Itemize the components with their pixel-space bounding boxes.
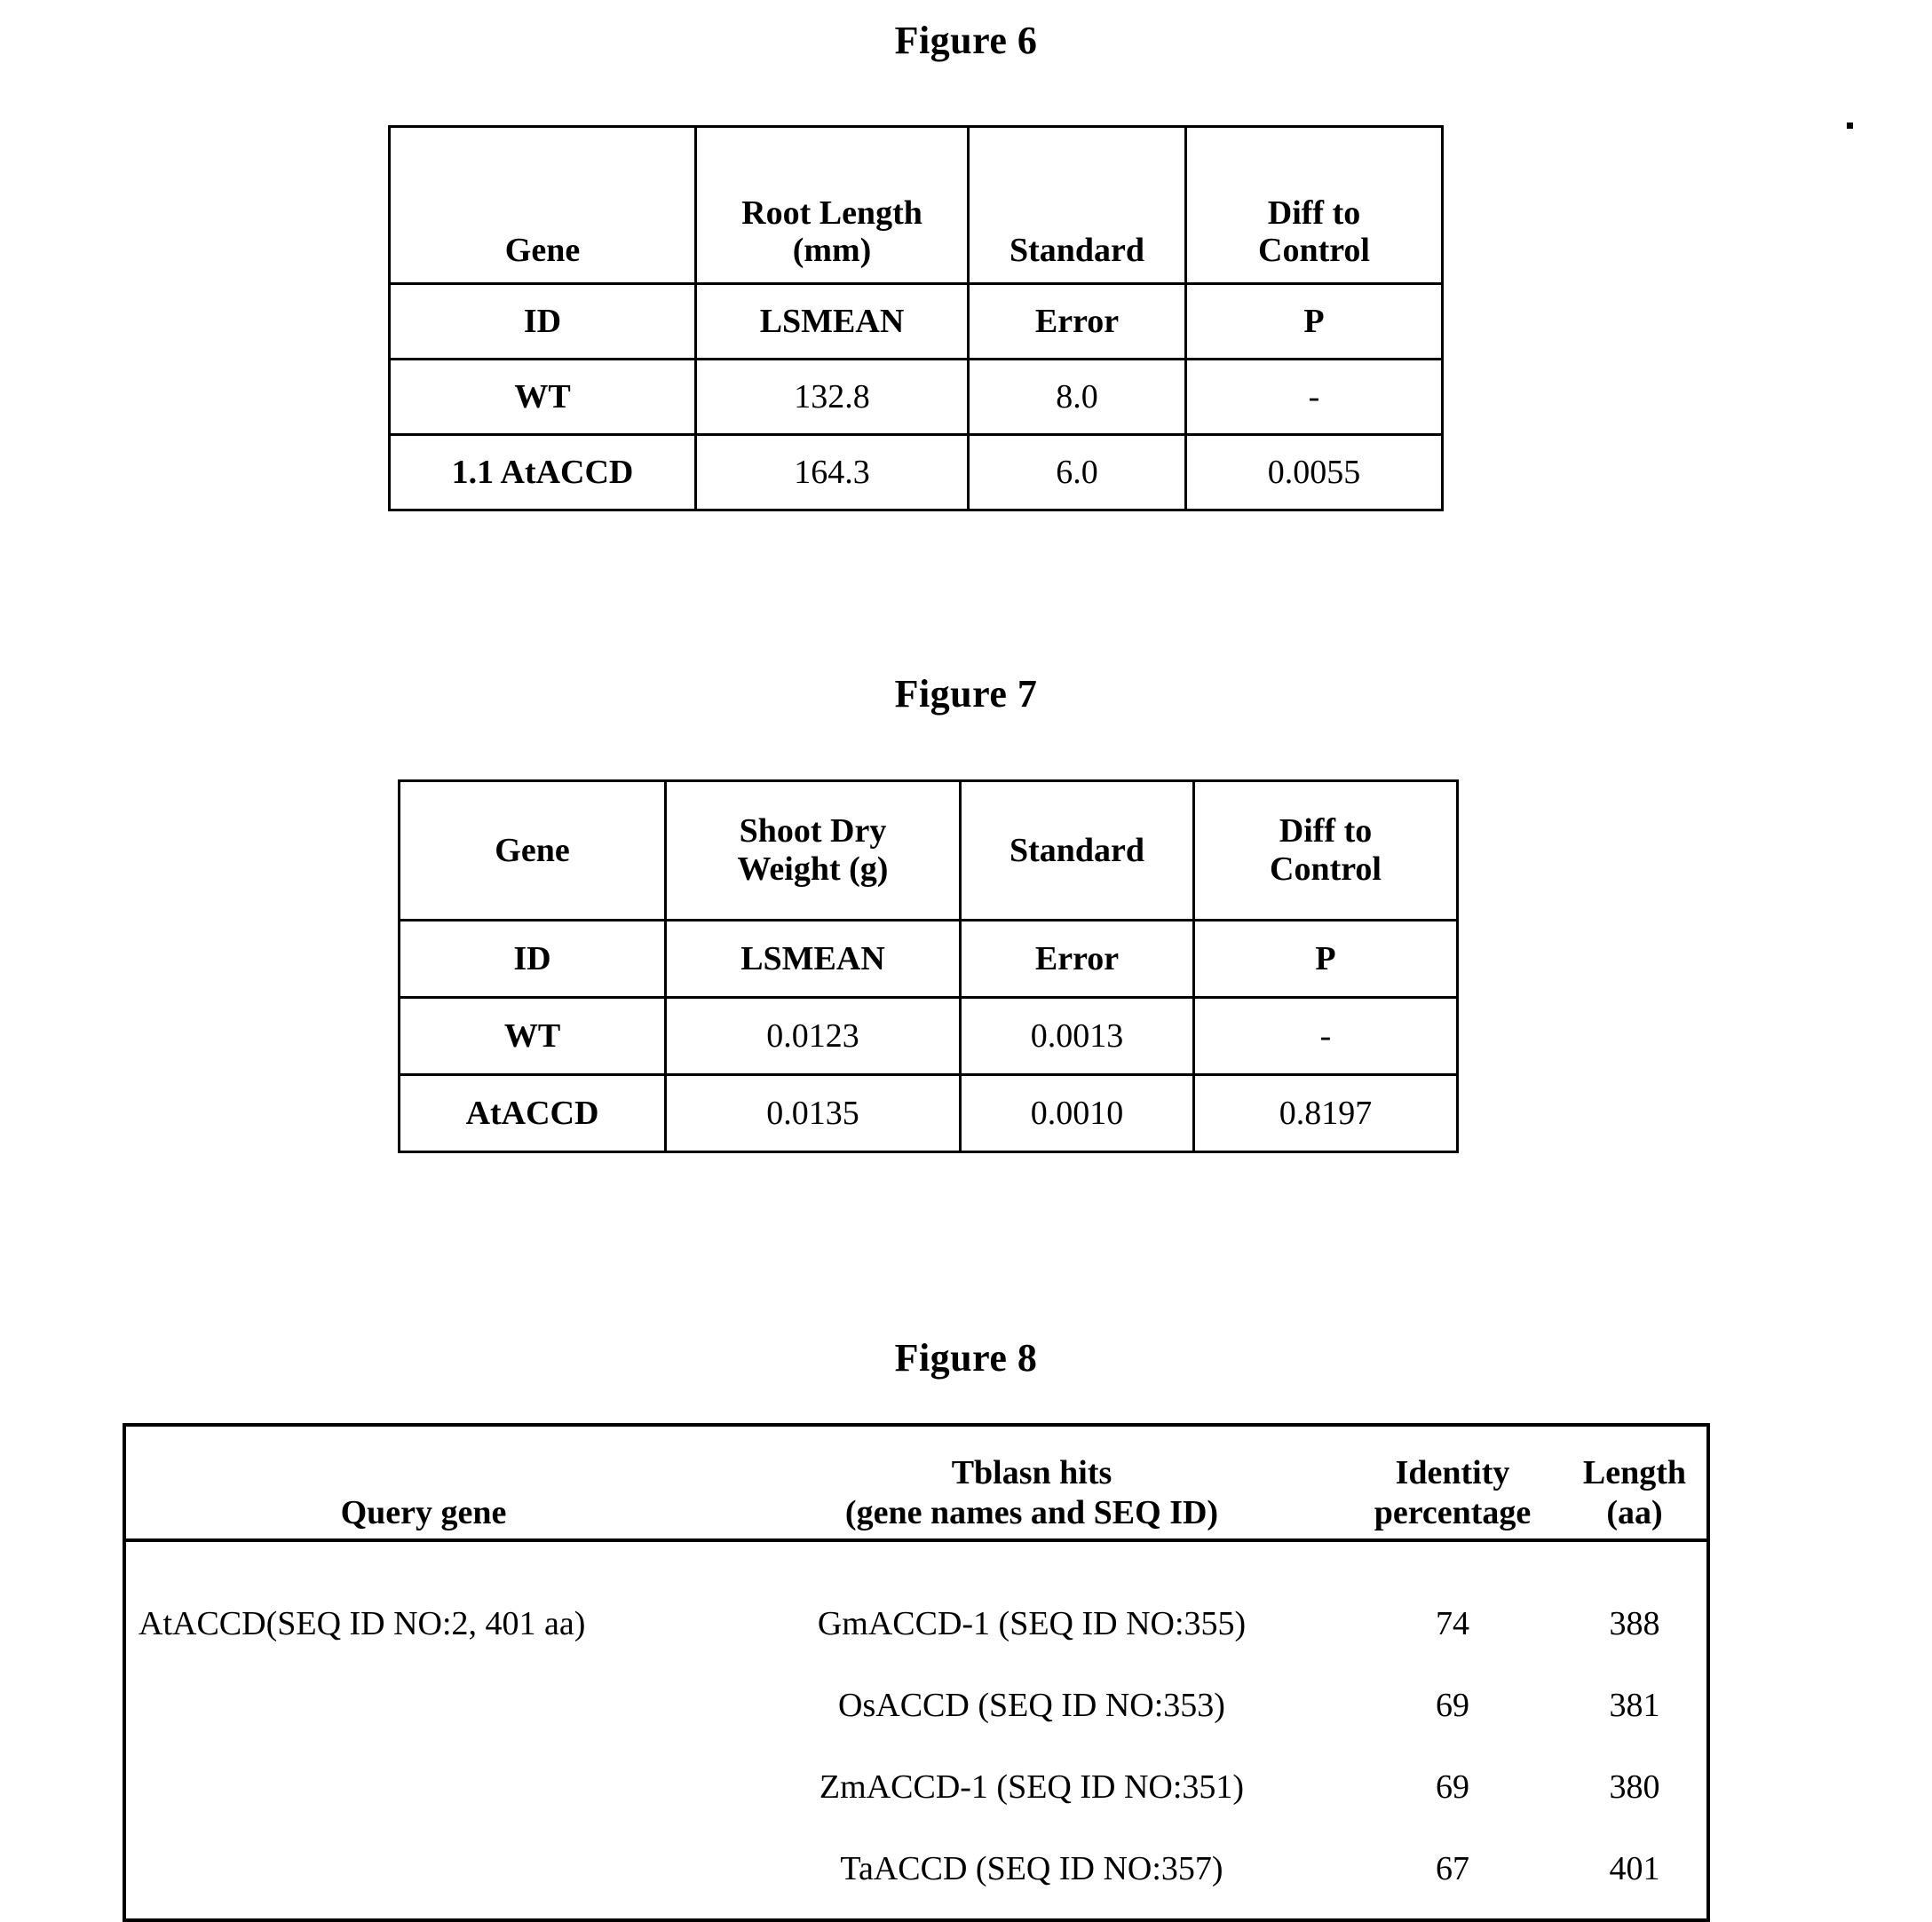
header-text: Query gene [340,1494,507,1532]
cell-query-gene [124,1665,721,1746]
cell-error: 8.0 [967,358,1187,436]
figure-6-title: Figure 6 [894,19,1038,62]
cell-lsmean: 0.0123 [664,996,962,1076]
header-cell-root-length: Root Length (mm) [694,125,970,285]
cell-tblasn-hit: ZmACCD-1 (SEQ ID NO:351) [819,1768,1245,1806]
cell-error: 6.0 [967,433,1187,511]
header-cell-query-gene: Query gene [124,1425,721,1542]
header-cell-gene: Gene [388,125,697,285]
header-cell-standard: Standard [967,125,1187,285]
header-cell-diff-to-control: Diff to Control [1184,125,1444,285]
header-cell-length-aa: Length (aa) [1563,1425,1708,1542]
header-cell-tblasn-hits: Tblasn hits (gene names and SEQ ID) [721,1425,1342,1542]
cell-gene-id: AtACCD [398,1073,667,1153]
table-row: AtACCD 0.0135 0.0010 0.8197 [398,1073,1459,1153]
header-cell-gene: Gene [398,779,667,921]
patent-figures-page: Figure 6 Gene Root Length (mm) Standard [0,0,1932,1922]
header-text-line1: Diff to [1279,812,1373,850]
figure-8-table: Query gene Tblasn hits (gene names and S… [123,1423,1710,1922]
subheader-cell-p: P [1184,282,1444,360]
table-row: WT 0.0123 0.0013 - [398,996,1459,1076]
cell-tblasn-hit: OsACCD (SEQ ID NO:353) [838,1687,1225,1724]
cell-lsmean: 164.3 [694,433,970,511]
header-text-line1: Length [1582,1454,1687,1492]
table-header-row: Query gene Tblasn hits (gene names and S… [124,1425,1708,1542]
figure-7-table: Gene Shoot Dry Weight (g) Standard Diff … [398,779,1459,1153]
header-text: Standard [1009,831,1145,869]
cell-gene-id: WT [398,996,667,1076]
header-text-line2: percentage [1374,1494,1532,1532]
cell-identity-percentage: 69 [1436,1687,1469,1724]
header-text-line1: Root Length [741,194,922,232]
header-text: Standard [1009,232,1145,270]
figure-7-title: Figure 7 [894,672,1038,716]
subheader-cell-id: ID [398,919,667,999]
subheader-cell-id: ID [388,282,697,360]
cell-gene-id: WT [388,358,697,436]
cell-tblasn-hit: GmACCD-1 (SEQ ID NO:355) [817,1605,1247,1642]
table-row: ZmACCD-1 (SEQ ID NO:351) 69 380 [124,1746,1708,1828]
cell-identity-percentage: 69 [1436,1768,1469,1806]
table-row: ID LSMEAN Error P [398,919,1459,999]
table-row: Gene Root Length (mm) Standard Diff to C… [388,125,1444,285]
table-row: TaACCD (SEQ ID NO:357) 67 401 [124,1828,1708,1920]
header-text-line1: Shoot Dry [739,812,887,850]
cell-p: 0.8197 [1192,1073,1459,1153]
header-text-line2: Control [1270,850,1382,888]
cell-p: - [1192,996,1459,1076]
cell-length-aa: 388 [1609,1605,1660,1642]
header-text-line1: Diff to [1267,194,1361,232]
table-row: Gene Shoot Dry Weight (g) Standard Diff … [398,779,1459,921]
subheader-cell-lsmean: LSMEAN [694,282,970,360]
figure-6-table: Gene Root Length (mm) Standard Diff to C… [388,125,1444,511]
cell-query-gene: AtACCD(SEQ ID NO:2, 401 aa) [139,1605,586,1642]
header-text-line2: (mm) [792,232,872,270]
header-text-line2: (gene names and SEQ ID) [844,1494,1219,1532]
figure-8-title: Figure 8 [894,1336,1038,1380]
cell-tblasn-hit: TaACCD (SEQ ID NO:357) [840,1850,1223,1887]
header-cell-shoot-dry-weight: Shoot Dry Weight (g) [664,779,962,921]
header-text: Gene [495,831,570,869]
header-cell-identity-percentage: Identity percentage [1342,1425,1563,1542]
table-row: WT 132.8 8.0 - [388,358,1444,436]
header-text-line2: Weight (g) [737,850,889,888]
cell-lsmean: 0.0135 [664,1073,962,1153]
cell-identity-percentage: 67 [1436,1850,1469,1887]
header-cell-diff-to-control: Diff to Control [1192,779,1459,921]
cell-length-aa: 380 [1609,1768,1660,1806]
cell-query-gene [124,1746,721,1828]
header-text-line2: Control [1258,232,1370,270]
cell-error: 0.0010 [959,1073,1195,1153]
cell-length-aa: 381 [1609,1687,1660,1724]
cell-query-gene [124,1828,721,1920]
subheader-cell-error: Error [967,282,1187,360]
cell-p: 0.0055 [1184,433,1444,511]
subheader-cell-error: Error [959,919,1195,999]
header-text-line2: (aa) [1606,1494,1663,1532]
table-row: AtACCD(SEQ ID NO:2, 401 aa) GmACCD-1 (SE… [124,1540,1708,1665]
header-text-line1: Identity [1395,1454,1510,1492]
subheader-cell-lsmean: LSMEAN [664,919,962,999]
cell-identity-percentage: 74 [1436,1605,1469,1642]
header-text: Gene [504,232,581,270]
cell-gene-id: 1.1 AtACCD [388,433,697,511]
subheader-cell-p: P [1192,919,1459,999]
cell-lsmean: 132.8 [694,358,970,436]
cell-p: - [1184,358,1444,436]
header-cell-standard: Standard [959,779,1195,921]
cell-error: 0.0013 [959,996,1195,1076]
table-row: 1.1 AtACCD 164.3 6.0 0.0055 [388,433,1444,511]
cell-length-aa: 401 [1609,1850,1660,1887]
table-row: OsACCD (SEQ ID NO:353) 69 381 [124,1665,1708,1746]
header-text-line1: Tblasn hits [951,1454,1112,1492]
table-row: ID LSMEAN Error P [388,282,1444,360]
scan-artifact-speck [1847,123,1853,129]
